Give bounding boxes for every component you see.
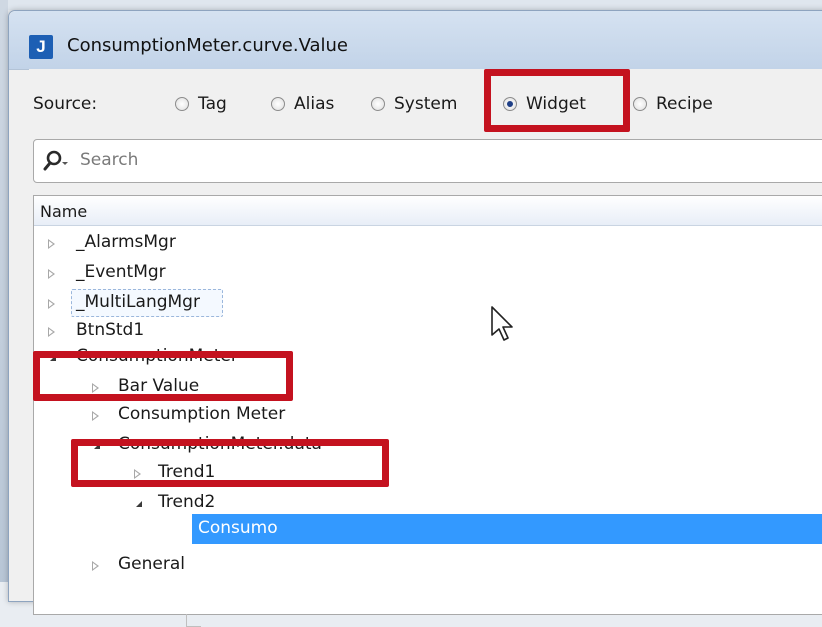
tree-connector-line [186, 614, 201, 627]
app-logo-icon: J [29, 35, 53, 59]
expand-arrow-icon[interactable] [92, 561, 99, 571]
tree-item-label: General [118, 554, 185, 574]
expand-arrow-icon[interactable] [48, 239, 55, 249]
dialog-content: Source: Tag Alias System Widget Recipe S… [29, 69, 822, 627]
tree-item[interactable]: General [34, 554, 822, 578]
expand-arrow-icon[interactable] [92, 411, 99, 421]
radio-button-icon[interactable] [175, 97, 189, 111]
desktop-edge [0, 0, 8, 582]
tree-item-label: Consumption Meter [118, 404, 286, 424]
expand-arrow-icon[interactable] [48, 299, 55, 309]
tree-item-label: _EventMgr [76, 262, 166, 282]
dialog-window: J ConsumptionMeter.curve.Value Source: T… [8, 10, 822, 627]
tree-view[interactable]: Name _AlarmsMgr _EventMgr _MultiLangMgr … [33, 195, 822, 627]
tree-item-label: _AlarmsMgr [76, 232, 176, 252]
source-radio-tag[interactable]: Tag [175, 94, 227, 114]
tree-item-selected[interactable]: Consumo [192, 514, 822, 544]
tree-item[interactable]: _EventMgr [34, 262, 822, 286]
radio-label: Recipe [656, 94, 713, 114]
radio-label: Tag [198, 94, 227, 114]
expand-arrow-icon[interactable] [48, 269, 55, 279]
desktop-background [0, 0, 822, 10]
source-radio-recipe[interactable]: Recipe [633, 94, 713, 114]
tree-item-label: _MultiLangMgr [76, 292, 200, 312]
expand-arrow-icon[interactable] [48, 327, 55, 337]
source-radio-system[interactable]: System [371, 94, 457, 114]
tree-item-label: Consumo [198, 518, 278, 538]
consumptionmeter-highlight-box [33, 351, 293, 401]
radio-button-icon[interactable] [271, 97, 285, 111]
mouse-pointer-icon [491, 306, 513, 341]
tree-item[interactable]: BtnStd1 [34, 320, 822, 344]
radio-label: System [394, 94, 458, 114]
tree-item[interactable]: _MultiLangMgr [34, 289, 822, 317]
widget-highlight-box [484, 69, 630, 132]
search-icon[interactable] [42, 149, 70, 173]
tree-column-header[interactable]: Name [34, 196, 822, 226]
tree-item-label: BtnStd1 [76, 320, 145, 340]
title-bar[interactable]: J ConsumptionMeter.curve.Value [9, 11, 822, 70]
window-title: ConsumptionMeter.curve.Value [67, 35, 349, 56]
tree-item[interactable]: Trend2 [34, 492, 822, 516]
tree-item[interactable]: _AlarmsMgr [34, 232, 822, 256]
collapse-arrow-icon[interactable] [136, 501, 142, 507]
radio-button-icon[interactable] [633, 97, 647, 111]
radio-label: Alias [294, 94, 335, 114]
consumptionmeter-data-highlight-box [71, 439, 389, 487]
radio-button-icon[interactable] [371, 97, 385, 111]
search-input[interactable]: Search [33, 139, 822, 183]
source-label: Source: [33, 94, 98, 114]
tree-item[interactable]: Consumption Meter [34, 404, 822, 428]
tree-item-label: Trend2 [158, 492, 216, 512]
column-header-name: Name [40, 202, 88, 221]
source-radio-alias[interactable]: Alias [271, 94, 334, 114]
search-placeholder: Search [80, 150, 139, 170]
